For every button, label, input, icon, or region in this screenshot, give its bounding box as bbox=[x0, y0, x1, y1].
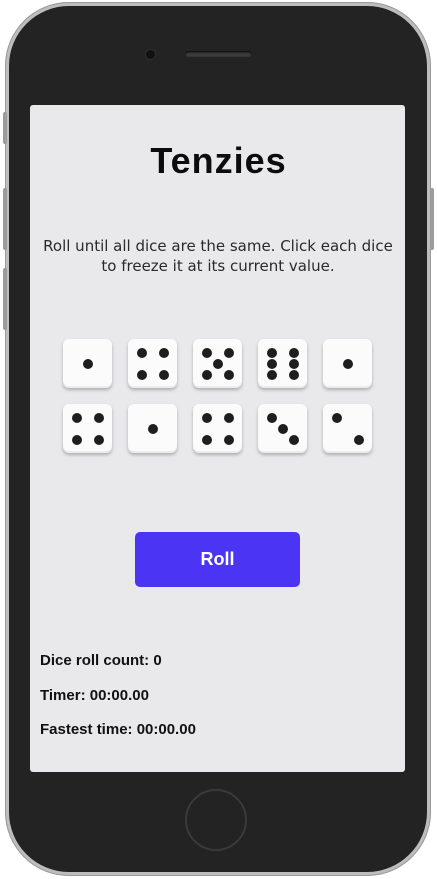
die-pip bbox=[223, 434, 234, 445]
die-4[interactable] bbox=[258, 339, 307, 388]
die-3[interactable] bbox=[193, 339, 242, 388]
page-title: Tenzies bbox=[150, 140, 287, 181]
die-pip bbox=[158, 369, 169, 380]
die-pip bbox=[223, 412, 234, 423]
die-pip bbox=[93, 434, 104, 445]
die-6[interactable] bbox=[63, 404, 112, 453]
game-instructions: Roll until all dice are the same. Click … bbox=[43, 237, 393, 275]
die-pip bbox=[201, 412, 212, 423]
die-pip bbox=[71, 412, 82, 423]
die-1[interactable] bbox=[63, 339, 112, 388]
fastest-time-display: Fastest time: 00:00.00 bbox=[40, 721, 196, 738]
die-8[interactable] bbox=[193, 404, 242, 453]
die-pip bbox=[158, 347, 169, 358]
die-pip bbox=[353, 434, 364, 445]
die-pip bbox=[288, 369, 299, 380]
die-pip bbox=[266, 412, 277, 423]
die-pip bbox=[136, 347, 147, 358]
die-pip bbox=[288, 347, 299, 358]
die-pip bbox=[82, 358, 93, 369]
die-pip bbox=[136, 369, 147, 380]
die-pip bbox=[71, 434, 82, 445]
die-pip bbox=[201, 369, 212, 380]
roll-button[interactable]: Roll bbox=[135, 532, 300, 587]
die-7[interactable] bbox=[128, 404, 177, 453]
dice-grid bbox=[63, 339, 372, 453]
die-pip bbox=[201, 434, 212, 445]
die-pip bbox=[266, 347, 277, 358]
die-pip bbox=[266, 369, 277, 380]
die-9[interactable] bbox=[258, 404, 307, 453]
dice-roll-count: Dice roll count: 0 bbox=[40, 652, 162, 669]
die-pip bbox=[277, 423, 288, 434]
earpiece-speaker bbox=[185, 51, 252, 57]
die-5[interactable] bbox=[323, 339, 372, 388]
phone-volume-up-button bbox=[3, 188, 7, 250]
timer-display: Timer: 00:00.00 bbox=[40, 687, 149, 704]
die-10[interactable] bbox=[323, 404, 372, 453]
die-2[interactable] bbox=[128, 339, 177, 388]
front-camera-icon bbox=[146, 50, 155, 59]
die-pip bbox=[288, 434, 299, 445]
home-button[interactable] bbox=[185, 789, 247, 851]
die-pip bbox=[212, 358, 223, 369]
die-pip bbox=[147, 423, 158, 434]
die-pip bbox=[223, 347, 234, 358]
die-pip bbox=[266, 358, 277, 369]
phone-power-button bbox=[430, 188, 434, 250]
die-pip bbox=[201, 347, 212, 358]
die-pip bbox=[288, 358, 299, 369]
die-pip bbox=[93, 412, 104, 423]
die-pip bbox=[223, 369, 234, 380]
die-pip bbox=[342, 358, 353, 369]
phone-volume-down-button bbox=[3, 268, 7, 330]
die-pip bbox=[331, 412, 342, 423]
